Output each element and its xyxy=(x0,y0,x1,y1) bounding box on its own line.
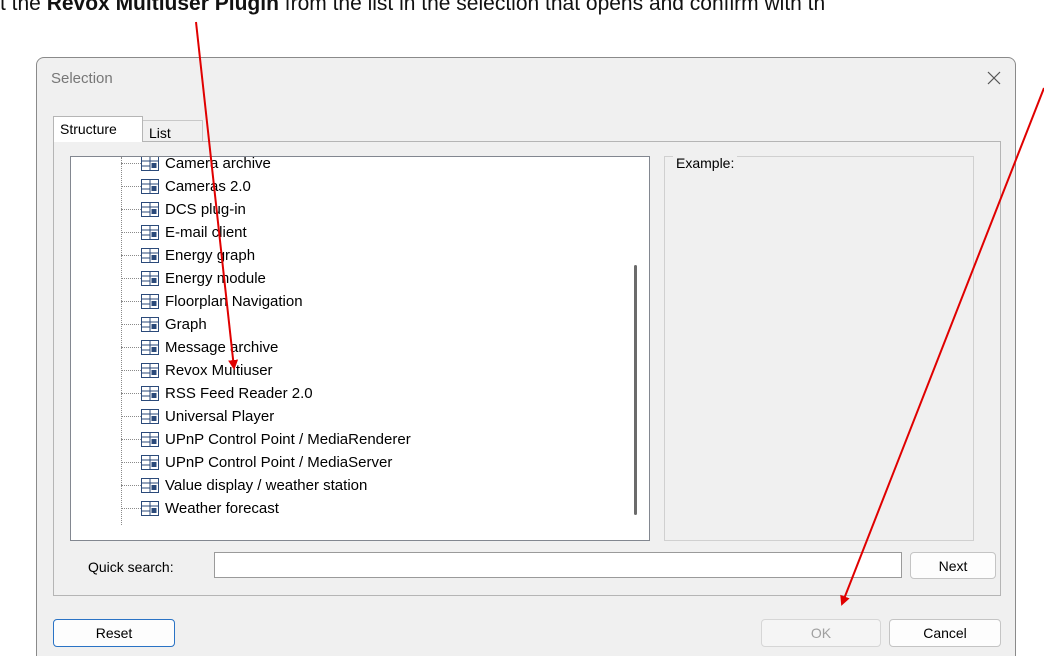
ok-button[interactable]: OK xyxy=(761,619,881,647)
tree-node-icon xyxy=(141,225,159,240)
tree-connector xyxy=(121,393,141,394)
tree-item[interactable]: UPnP Control Point / MediaRenderer xyxy=(121,429,621,451)
tree-node-icon xyxy=(141,202,159,217)
example-preview-box: Example: xyxy=(664,155,974,541)
tree-item-label: Energy graph xyxy=(165,247,256,264)
tree-connector xyxy=(121,508,141,509)
tree-node-icon xyxy=(141,179,159,194)
tree-connector xyxy=(121,416,141,417)
selection-dialog: Selection Structure List Camera archive C… xyxy=(36,57,1016,656)
structure-tab-panel: Camera archive Cameras 2.0 DCS plug-in E-ma… xyxy=(53,141,1001,596)
tree-item-label: Camera archive xyxy=(165,156,271,172)
tree-node-icon xyxy=(141,478,159,493)
tree-node-icon xyxy=(141,248,159,263)
tree-node-icon xyxy=(141,157,159,171)
tree-item-label: UPnP Control Point / MediaServer xyxy=(165,454,393,471)
tree-item-label: Cameras 2.0 xyxy=(165,178,251,195)
tree-node-icon xyxy=(141,501,159,516)
tree-item-label: Energy module xyxy=(165,270,266,287)
example-label: Example: xyxy=(673,155,738,171)
tree-item[interactable]: Weather forecast xyxy=(121,498,621,520)
tree-node-icon xyxy=(141,409,159,424)
tree-node-icon xyxy=(141,317,159,332)
quick-search-label: Quick search: xyxy=(88,559,174,575)
tree-node-icon xyxy=(141,340,159,355)
tree-connector xyxy=(121,347,141,348)
tree-node-icon xyxy=(141,294,159,309)
tree-item[interactable]: Floorplan Navigation xyxy=(121,291,621,313)
tree-item[interactable]: Value display / weather station xyxy=(121,475,621,497)
tree-node-icon xyxy=(141,432,159,447)
tree-connector xyxy=(121,163,141,164)
instruction-bold-plugin-name: Revox Multiuser Plugin xyxy=(46,0,279,15)
tree-scrollbar[interactable] xyxy=(634,265,637,515)
instruction-text: t the Revox Multiuser Plugin from the li… xyxy=(0,0,1044,20)
tree-connector xyxy=(121,186,141,187)
tree-item-label: Universal Player xyxy=(165,408,275,425)
dialog-title: Selection xyxy=(51,70,113,87)
close-icon[interactable] xyxy=(983,67,1005,89)
tree-connector xyxy=(121,324,141,325)
tree-item[interactable]: DCS plug-in xyxy=(121,199,621,221)
tree-connector xyxy=(121,439,141,440)
quick-search-input[interactable] xyxy=(214,552,902,578)
tree-item[interactable]: E-mail client xyxy=(121,222,621,244)
title-bar: Selection xyxy=(37,58,1015,98)
tree-node-icon xyxy=(141,455,159,470)
tree-item-label: Revox Multiuser xyxy=(165,362,273,379)
tree-item-label: Graph xyxy=(165,316,207,333)
tree-item-label: DCS plug-in xyxy=(165,201,246,218)
tree-connector xyxy=(121,370,141,371)
tree-item-label: Weather forecast xyxy=(165,500,279,517)
tree-item[interactable]: UPnP Control Point / MediaServer xyxy=(121,452,621,474)
tree-node-icon xyxy=(141,363,159,378)
tree-connector xyxy=(121,301,141,302)
next-button[interactable]: Next xyxy=(910,552,996,579)
tree-item-label: RSS Feed Reader 2.0 xyxy=(165,385,313,402)
tree-connector xyxy=(121,485,141,486)
cancel-button[interactable]: Cancel xyxy=(889,619,1001,647)
tree-connector xyxy=(121,278,141,279)
tree-item[interactable]: Cameras 2.0 xyxy=(121,176,621,198)
tree-item-label: Value display / weather station xyxy=(165,477,368,494)
tree-item[interactable]: Revox Multiuser xyxy=(121,360,621,382)
tree-node-icon xyxy=(141,386,159,401)
tree-item[interactable]: RSS Feed Reader 2.0 xyxy=(121,383,621,405)
tree-item[interactable]: Camera archive xyxy=(121,156,621,175)
tree-node-icon xyxy=(141,271,159,286)
tree-item[interactable]: Graph xyxy=(121,314,621,336)
tree-item-label: Floorplan Navigation xyxy=(165,293,303,310)
tree-connector xyxy=(121,255,141,256)
tree-item-label: E-mail client xyxy=(165,224,247,241)
structure-tree[interactable]: Camera archive Cameras 2.0 DCS plug-in E-ma… xyxy=(70,156,650,541)
tree-item[interactable]: Energy graph xyxy=(121,245,621,267)
tab-structure[interactable]: Structure xyxy=(53,116,143,142)
tree-connector xyxy=(121,232,141,233)
reset-button[interactable]: Reset xyxy=(53,619,175,647)
tree-item-label: UPnP Control Point / MediaRenderer xyxy=(165,431,411,448)
tree-item[interactable]: Universal Player xyxy=(121,406,621,428)
tree-connector xyxy=(121,462,141,463)
tree-connector xyxy=(121,209,141,210)
tree-item[interactable]: Message archive xyxy=(121,337,621,359)
tree-item-label: Message archive xyxy=(165,339,279,356)
tree-item[interactable]: Energy module xyxy=(121,268,621,290)
